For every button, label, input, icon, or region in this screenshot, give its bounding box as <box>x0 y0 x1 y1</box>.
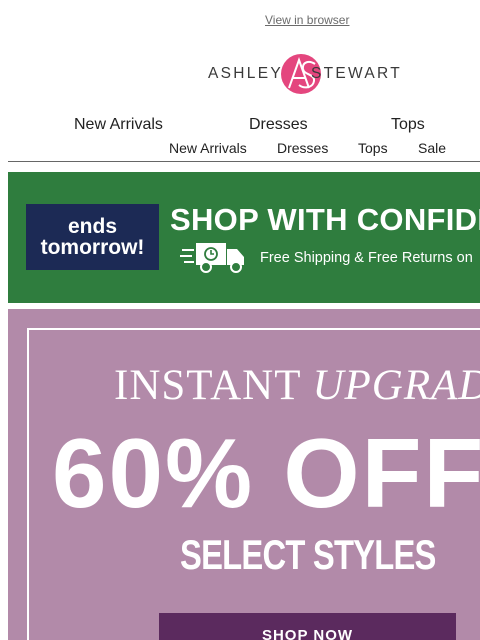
shipping-promo-banner[interactable]: ends tomorrow! SHOP WITH CONFIDENCE Free… <box>8 172 480 303</box>
shop-now-button[interactable]: SHOP NOW <box>159 613 456 640</box>
delivery-truck-icon <box>180 243 244 273</box>
view-in-browser-link[interactable]: View in browser <box>265 13 349 27</box>
nav-new-arrivals[interactable]: New Arrivals <box>74 116 163 134</box>
nav-dresses[interactable]: Dresses <box>249 116 308 134</box>
brand-name-left: ASHLEY <box>208 65 283 82</box>
shop-confidence-headline: SHOP WITH CONFIDENCE <box>170 202 480 237</box>
badge-line-1: ends <box>67 215 117 238</box>
badge-line-2: tomorrow! <box>40 236 145 259</box>
subnav-tops[interactable]: Tops <box>358 140 388 156</box>
instant-upgrade-heading: INSTANT UPGRADE <box>114 361 480 410</box>
ends-tomorrow-badge: ends tomorrow! <box>26 204 159 270</box>
heading-regular: INSTANT <box>114 362 313 409</box>
brand-name-right: STEWART <box>311 65 403 82</box>
free-shipping-text: Free Shipping & Free Returns on <box>260 250 473 266</box>
select-styles-subheading: SELECT STYLES <box>180 531 436 578</box>
subnav-sale[interactable]: Sale <box>418 140 446 156</box>
subnav-dresses[interactable]: Dresses <box>277 140 328 156</box>
ashley-stewart-logo[interactable]: ASHLEY STEWART <box>208 52 413 96</box>
nav-tops[interactable]: Tops <box>391 116 425 134</box>
nav-divider <box>8 161 480 162</box>
primary-nav: New Arrivals Dresses Tops <box>0 116 480 136</box>
secondary-nav: New Arrivals Dresses Tops Sale <box>0 140 480 158</box>
discount-headline: 60% OFF <box>52 418 480 528</box>
heading-italic: UPGRADE <box>312 362 480 409</box>
sale-promo-banner[interactable]: INSTANT UPGRADE 60% OFF SELECT STYLES SH… <box>8 309 480 640</box>
subnav-new-arrivals[interactable]: New Arrivals <box>169 140 247 156</box>
